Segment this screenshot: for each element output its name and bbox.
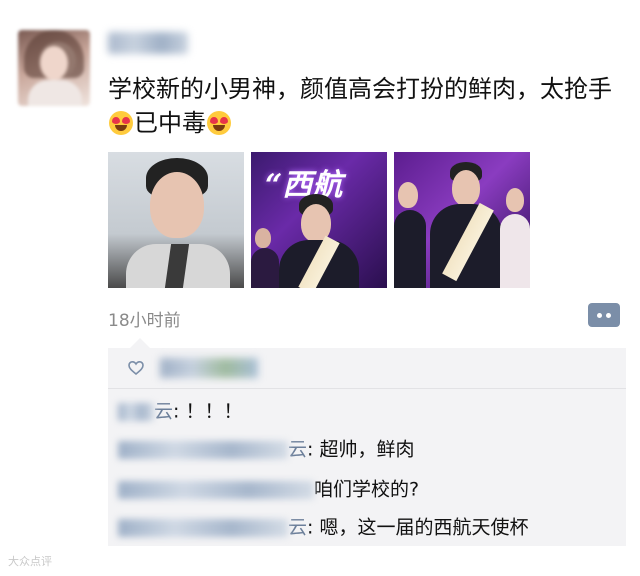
commenter-name-suffix[interactable]: 云 (288, 517, 307, 539)
user-avatar[interactable] (18, 30, 90, 106)
comment-button[interactable] (588, 303, 620, 327)
heart-eyes-emoji-icon (109, 111, 133, 135)
post-photo-1[interactable] (108, 152, 244, 288)
heart-icon (128, 360, 144, 376)
post-photo-2[interactable]: “西航 (251, 152, 387, 288)
post-text-tail: 已中毒 (134, 109, 206, 137)
comment-item[interactable]: 咱们学校的? (108, 470, 626, 508)
commenter-name-blurred[interactable] (118, 440, 288, 459)
post-time: 18小时前 (108, 311, 181, 331)
user-name-blurred[interactable] (108, 32, 188, 54)
comment-text: 咱们学校的? (314, 478, 420, 501)
watermark: 大众点评 (8, 555, 52, 568)
comment-text: : 超帅，鲜肉 (307, 438, 415, 461)
comments-panel: 云: ！！！ 云: 超帅，鲜肉 咱们学校的? 云: 嗯，这一届的西航天使杯 (108, 338, 626, 546)
post-text: 学校新的小男神，颜值高会打扮的鲜肉，太抢手已中毒 (108, 72, 628, 140)
comment-dot-icon (606, 312, 611, 318)
commenter-name-blurred[interactable] (118, 518, 288, 537)
comment-text: : 嗯，这一届的西航天使杯 (307, 516, 529, 539)
comment-item[interactable]: 云: 嗯，这一届的西航天使杯 (108, 508, 626, 546)
post-photo-3[interactable] (394, 152, 530, 288)
comment-dot-icon (597, 312, 602, 318)
heart-eyes-emoji-icon (207, 111, 231, 135)
likes-row (108, 348, 626, 389)
post-text-main: 学校新的小男神，颜值高会打扮的鲜肉，太抢手 (108, 75, 612, 103)
moments-post: 学校新的小男神，颜值高会打扮的鲜肉，太抢手 已中毒 “西航 18小时前 云: ！… (0, 0, 640, 576)
comment-item[interactable]: 云: 超帅，鲜肉 (108, 430, 626, 468)
commenter-name-suffix[interactable]: 云 (288, 439, 307, 461)
commenter-name-suffix[interactable]: 云 (154, 401, 173, 423)
commenter-name-blurred[interactable] (118, 402, 154, 421)
comment-item[interactable]: 云: ！！！ (108, 392, 626, 430)
likes-names-blurred[interactable] (160, 358, 258, 378)
comment-text: : ！！！ (173, 400, 243, 423)
commenter-name-blurred[interactable] (118, 480, 314, 499)
